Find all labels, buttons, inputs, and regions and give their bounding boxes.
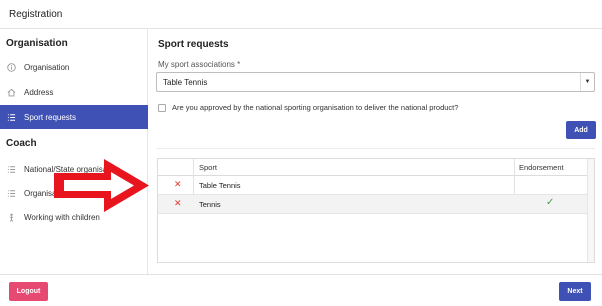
sidebar-section-coach: Coach <box>6 138 37 149</box>
sidebar-item-organisation[interactable]: Organisation <box>0 55 148 79</box>
sidebar-item-address[interactable]: Address <box>0 80 148 104</box>
info-icon <box>6 62 16 72</box>
list-icon <box>6 188 16 198</box>
column-header-endorsement: Endorsement <box>519 163 564 172</box>
top-bar: Registration <box>0 0 602 29</box>
sport-associations-select[interactable]: Table Tennis ▼ <box>156 72 595 92</box>
list-icon <box>6 112 16 122</box>
sidebar-item-label: Sport requests <box>24 112 77 122</box>
table-row: ✕ Tennis ✓ <box>158 195 594 214</box>
page-title: Sport requests <box>158 39 229 50</box>
app-title: Registration <box>9 9 63 20</box>
sidebar: Organisation Organisation Address Sport … <box>0 29 148 274</box>
selected-sport-value: Table Tennis <box>163 78 208 87</box>
sidebar-item-label: Address <box>24 87 54 97</box>
approval-checkbox[interactable] <box>158 103 166 112</box>
sidebar-item-sport-requests[interactable]: Sport requests <box>0 105 148 129</box>
next-button[interactable]: Next <box>559 282 591 301</box>
divider <box>156 148 595 149</box>
home-icon <box>6 87 16 97</box>
sport-requests-table: Sport Endorsement ✕ Table Tennis ✕ Tenni… <box>157 158 595 263</box>
add-button[interactable]: Add <box>566 121 596 139</box>
delete-icon[interactable]: ✕ <box>174 198 182 209</box>
sport-cell: Tennis <box>199 200 221 209</box>
sport-cell: Table Tennis <box>199 181 241 190</box>
scrollbar[interactable] <box>587 159 594 262</box>
caret-down-icon[interactable]: ▼ <box>580 73 594 91</box>
sport-associations-label: My sport associations * <box>158 60 241 69</box>
main-content: Sport requests My sport associations * T… <box>149 29 602 274</box>
delete-icon[interactable]: ✕ <box>174 179 182 190</box>
column-header-sport: Sport <box>199 163 217 172</box>
red-arrow-annotation <box>54 159 149 212</box>
list-icon <box>6 164 16 174</box>
table-header: Sport Endorsement <box>158 159 594 176</box>
footer: Logout Next <box>0 274 602 306</box>
approval-checkbox-row: Are you approved by the national sportin… <box>158 103 458 112</box>
approval-checkbox-label: Are you approved by the national sportin… <box>172 103 459 112</box>
sidebar-section-organisation: Organisation <box>6 38 68 49</box>
child-icon <box>6 212 16 222</box>
sidebar-item-label: Organisation <box>24 62 70 72</box>
table-row: ✕ Table Tennis <box>158 176 594 195</box>
logout-button[interactable]: Logout <box>9 282 48 301</box>
checkmark-icon: ✓ <box>546 197 555 208</box>
